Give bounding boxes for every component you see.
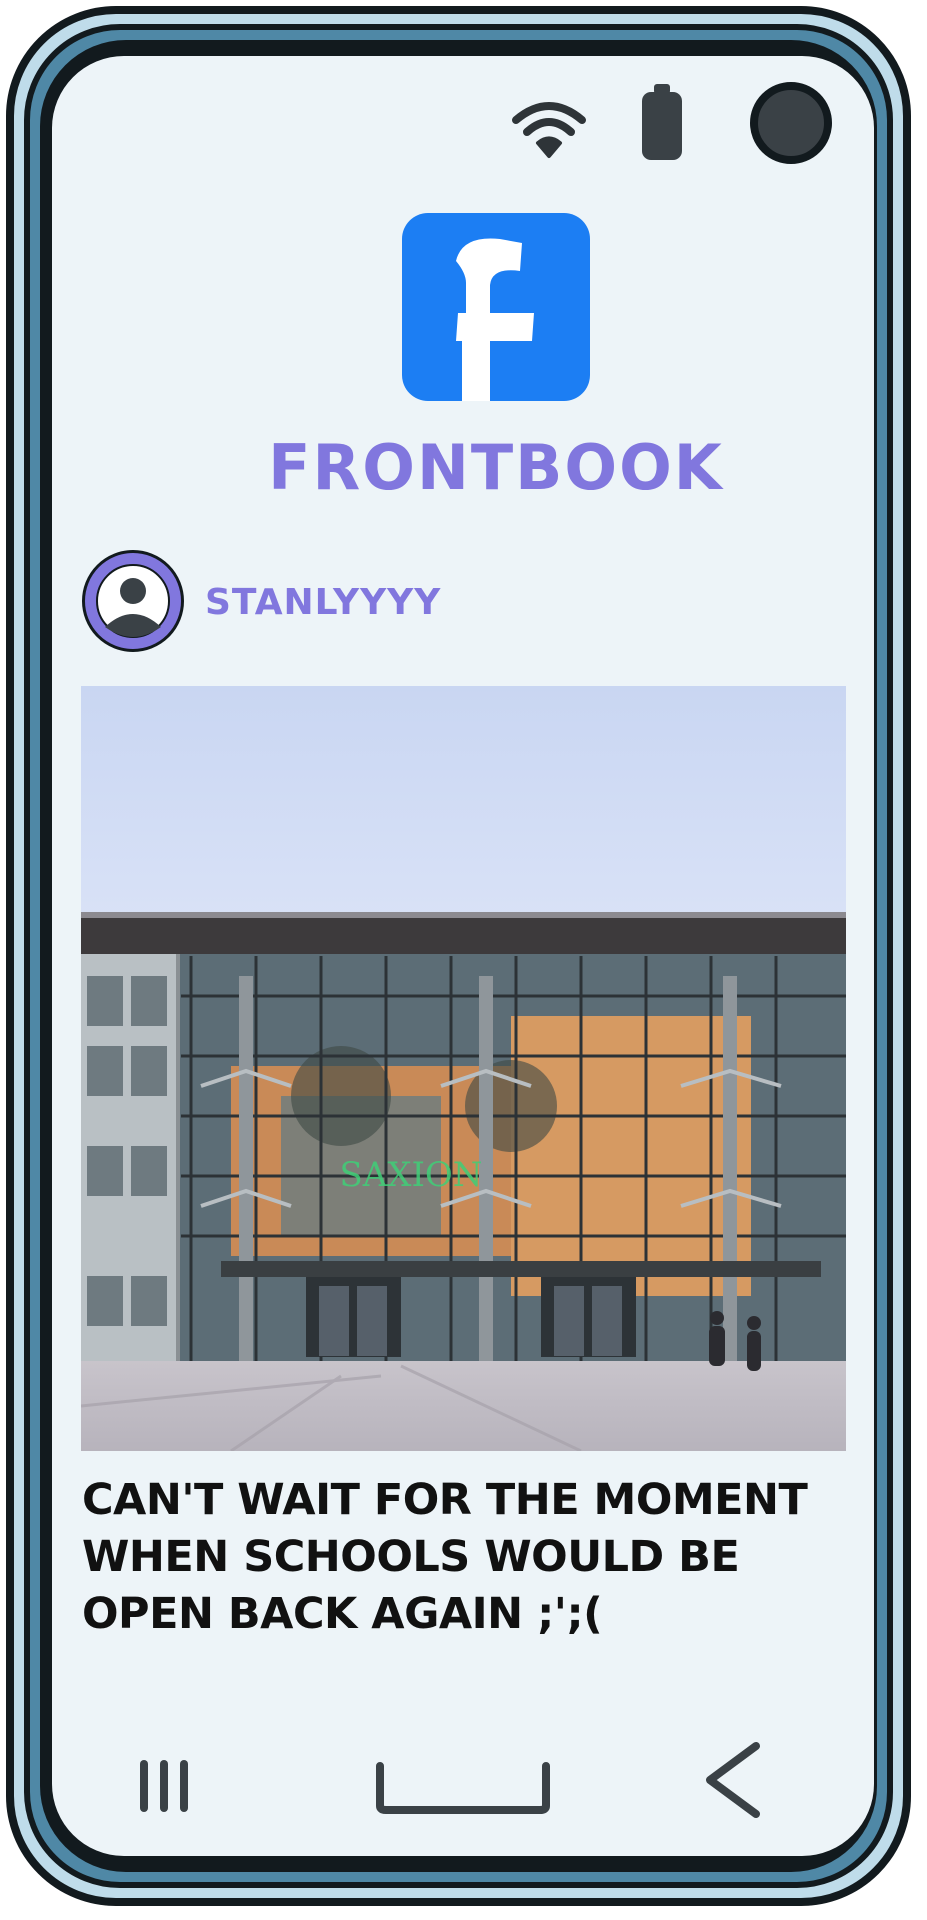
- frontbook-logo-icon: [402, 213, 590, 401]
- back-icon[interactable]: [700, 1740, 764, 1820]
- camera-icon: [750, 82, 832, 164]
- post-caption: Can't wait for the moment when schools w…: [82, 1475, 808, 1639]
- saxion-sign: SAXION: [339, 1155, 482, 1195]
- phone-frame: Frontbook Stanlyyyy: [0, 0, 927, 1920]
- wifi-icon: [512, 102, 586, 158]
- post-image[interactable]: SAXION: [81, 686, 846, 1451]
- post-username[interactable]: Stanlyyyy: [205, 578, 441, 628]
- home-icon[interactable]: [374, 1760, 552, 1816]
- battery-icon: [642, 84, 682, 160]
- avatar[interactable]: [82, 550, 184, 652]
- app-title: Frontbook: [268, 431, 724, 504]
- user-silhouette-icon: [96, 564, 170, 638]
- recent-apps-icon[interactable]: [136, 1758, 192, 1814]
